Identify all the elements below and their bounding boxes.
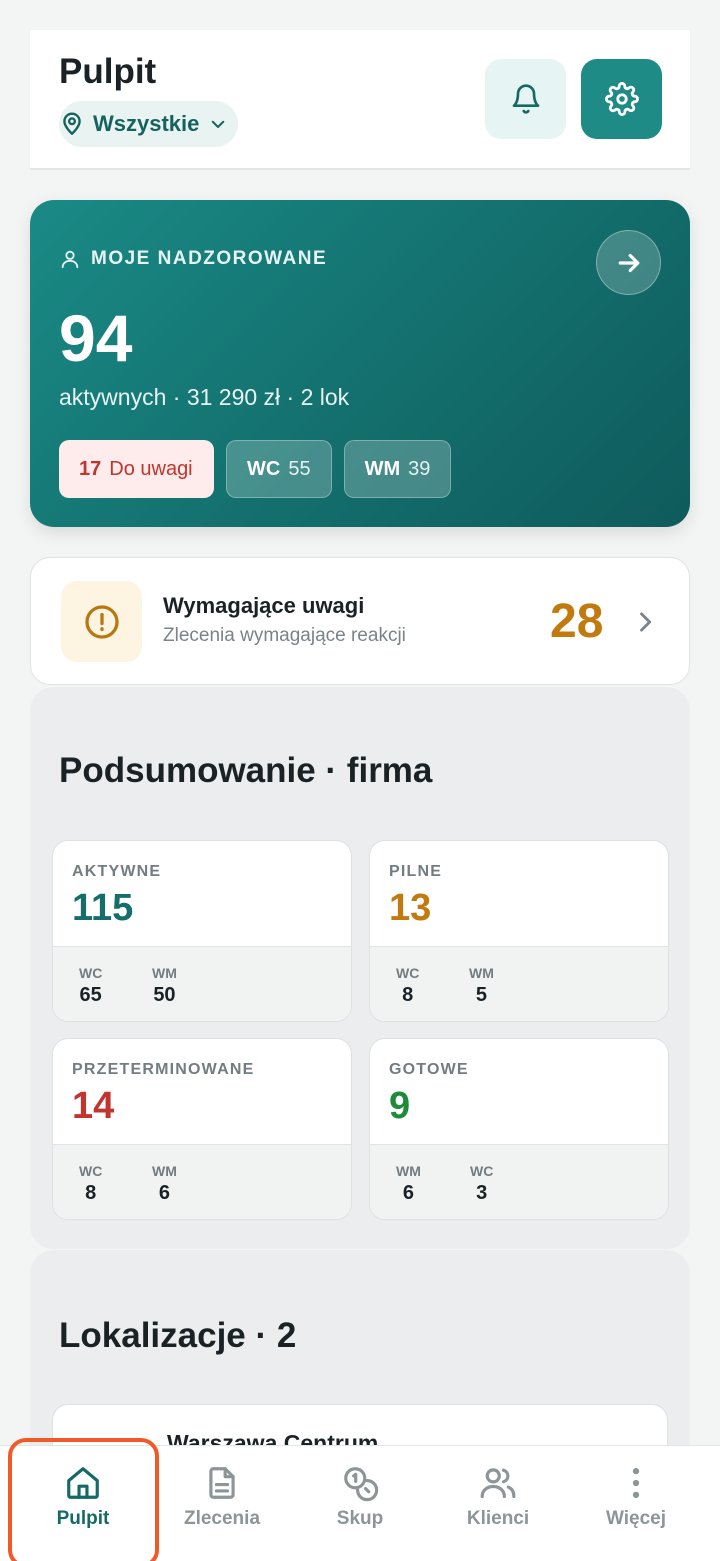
breakdown-col: WC 3 [470,1163,493,1205]
stat-breakdown: WC 8 WM 6 [53,1144,351,1219]
breakdown-key: WM [152,1163,177,1179]
wm-chip-value: 39 [408,457,431,480]
attention-chip-label: Do uwagi [109,457,193,480]
tab-skup[interactable]: Skup [291,1446,429,1561]
stat-card-ready[interactable]: GOTOWE 9 WM 6 WC 3 [369,1038,669,1220]
app-header: Pulpit Wszystkie [30,30,690,170]
stat-value: 13 [389,887,432,929]
breakdown-col: WM 6 [396,1163,421,1205]
summary-title: Podsumowanie · firma [59,751,433,790]
breakdown-key: WM [152,965,177,981]
map-pin-icon [63,112,81,135]
breakdown-value: 6 [158,1182,170,1204]
stat-label: AKTYWNE [72,863,162,880]
more-vertical-icon [632,1467,640,1499]
stat-label: GOTOWE [389,1061,469,1078]
wm-chip[interactable]: WM 39 [343,440,452,498]
location-filter-chip[interactable]: Wszystkie [59,101,238,147]
active-tab-highlight [8,1438,159,1561]
tab-zlecenia[interactable]: Zlecenia [153,1446,291,1561]
tab-label: Więcej [605,1508,667,1529]
company-summary-section: Podsumowanie · firma AKTYWNE 115 WC 65 W… [30,687,690,1249]
breakdown-col: WC 65 [79,965,102,1007]
notifications-button[interactable] [485,59,566,139]
location-filter-label: Wszystkie [93,111,200,136]
hero-label: MOJE NADZOROWANE [59,248,327,270]
stat-label: PRZETERMINOWANE [72,1061,255,1078]
hero-label-text: MOJE NADZOROWANE [91,248,328,269]
wc-chip-key: WC [247,457,281,480]
breakdown-col: WC 8 [396,965,419,1007]
wc-chip-value: 55 [288,457,311,480]
tab-label: Klienci [466,1508,530,1529]
user-icon [61,250,79,269]
tab-klienci[interactable]: Klienci [429,1446,567,1561]
breakdown-key: WC [396,965,420,981]
chevron-right-icon [640,612,652,632]
locations-title: Lokalizacje · 2 [59,1316,297,1355]
stat-card-active[interactable]: AKTYWNE 115 WC 65 WM 50 [52,840,352,1022]
attention-chip[interactable]: 17 Do uwagi [59,440,214,498]
breakdown-value: 3 [476,1182,488,1204]
attention-count: 28 [550,595,604,648]
page-title: Pulpit [59,52,157,91]
document-icon [209,1467,235,1499]
alert-circle-icon [84,604,119,639]
breakdown-value: 5 [475,984,487,1006]
stat-value: 14 [72,1085,115,1127]
stat-value: 115 [72,887,134,929]
breakdown-key: WC [79,1163,103,1179]
stat-card-overdue[interactable]: PRZETERMINOWANE 14 WC 8 WM 6 [52,1038,352,1220]
coins-icon [344,1467,379,1502]
supervised-summary-card[interactable]: MOJE NADZOROWANE 94 aktywnych · 31 290 z… [30,200,690,527]
breakdown-key: WC [79,965,103,981]
hero-open-button[interactable] [596,230,661,295]
breakdown-key: WM [469,965,494,981]
breakdown-col: WM 5 [469,965,494,1007]
stat-breakdown: WM 6 WC 3 [370,1144,668,1219]
breakdown-col: WM 6 [152,1163,177,1205]
arrow-right-icon [618,253,639,272]
tab-label: Skup [336,1508,384,1529]
attention-title: Wymagające uwagi [163,593,365,618]
chevron-down-icon [212,120,225,128]
breakdown-col: WM 50 [152,965,177,1007]
breakdown-value: 8 [85,1182,97,1204]
gear-icon [604,82,639,116]
tab-wiecej[interactable]: Więcej [567,1446,705,1561]
breakdown-key: WM [396,1163,421,1179]
bell-icon [512,84,539,114]
breakdown-col: WC 8 [79,1163,102,1205]
stat-card-urgent[interactable]: PILNE 13 WC 8 WM 5 [369,840,669,1022]
wm-chip-key: WM [364,457,401,480]
breakdown-value: 50 [153,984,176,1006]
hero-subtitle: aktywnych · 31 290 zł · 2 lok [59,384,350,410]
stat-breakdown: WC 8 WM 5 [370,946,668,1021]
settings-button[interactable] [581,59,662,139]
breakdown-value: 6 [402,1182,414,1204]
tab-label: Zlecenia [183,1508,261,1529]
stat-value: 9 [389,1085,411,1127]
breakdown-value: 65 [79,984,102,1006]
attention-icon-box [61,581,142,662]
attention-chip-count: 17 [79,457,102,480]
attention-row[interactable]: Wymagające uwagi Zlecenia wymagające rea… [30,557,690,685]
stat-breakdown: WC 65 WM 50 [53,946,351,1021]
hero-chips: 17 Do uwagi WC 55 WM 39 [59,440,452,498]
wc-chip[interactable]: WC 55 [226,440,332,498]
stat-label: PILNE [389,863,443,880]
hero-count: 94 [59,301,133,375]
breakdown-value: 8 [402,984,414,1006]
users-icon [480,1468,516,1499]
breakdown-key: WC [470,1163,494,1179]
attention-subtitle: Zlecenia wymagające reakcji [163,625,406,646]
